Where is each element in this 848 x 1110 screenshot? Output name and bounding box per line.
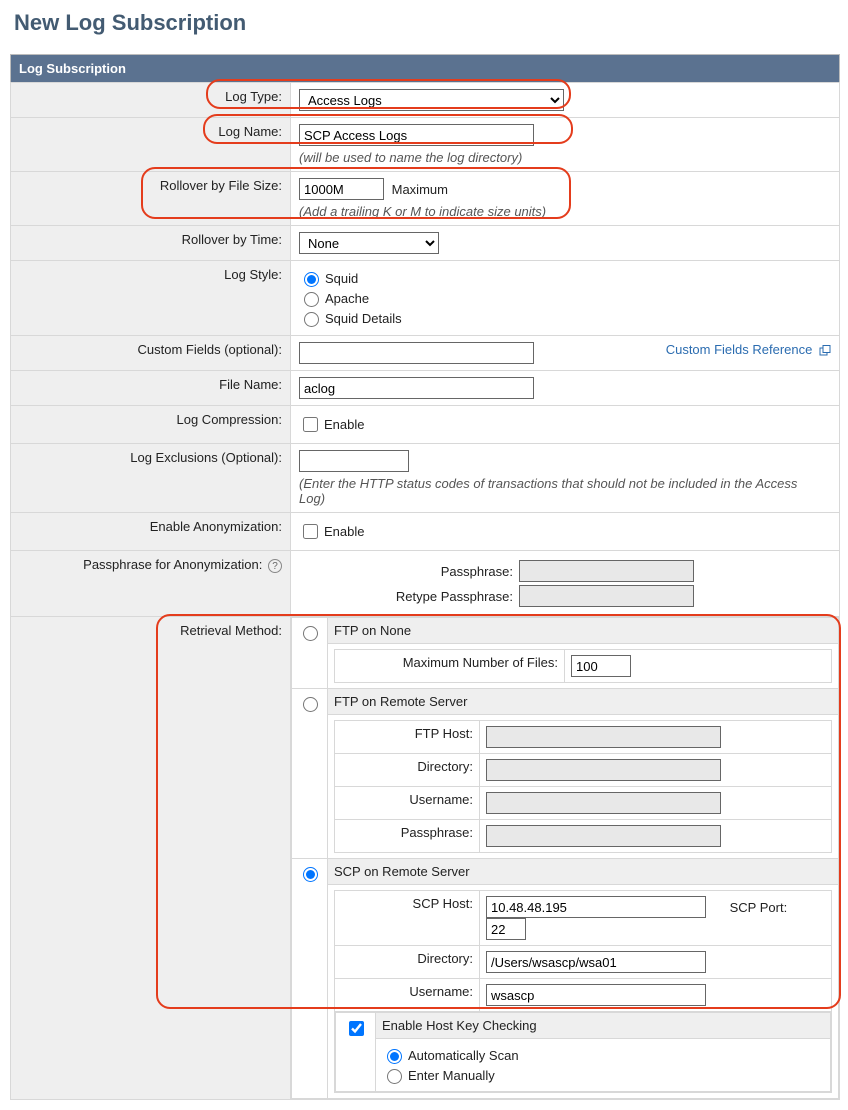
log-style-label: Log Style: (11, 261, 291, 336)
external-icon (816, 342, 831, 357)
help-icon[interactable]: ? (268, 559, 282, 573)
exclusions-label: Log Exclusions (Optional): (11, 444, 291, 513)
retrieval-ftp-none-title: FTP on None (328, 618, 839, 644)
anonymization-label: Enable Anonymization: (11, 513, 291, 551)
ftp-user-input (486, 792, 721, 814)
retrieval-ftp-none-radio[interactable] (303, 626, 318, 641)
retrieval-scp-radio[interactable] (303, 867, 318, 882)
log-type-label: Log Type: (11, 83, 291, 118)
rollover-size-hint: (Add a trailing K or M to indicate size … (299, 204, 831, 219)
custom-fields-reference-link[interactable]: Custom Fields Reference (666, 342, 831, 357)
anon-pass-input (519, 560, 694, 582)
scp-dir-label: Directory: (335, 946, 480, 979)
retrieval-label: Retrieval Method: (11, 617, 291, 1100)
exclusions-hint: (Enter the HTTP status codes of transact… (299, 476, 799, 506)
retrieval-ftp-remote-radio[interactable] (303, 697, 318, 712)
file-name-input[interactable] (299, 377, 534, 399)
ftp-user-label: Username: (335, 787, 480, 820)
scp-user-input[interactable] (486, 984, 706, 1006)
scp-manual-label: Enter Manually (408, 1068, 495, 1083)
file-name-label: File Name: (11, 371, 291, 406)
compression-enable: Enable (324, 417, 364, 432)
exclusions-input[interactable] (299, 450, 409, 472)
rollover-size-max: Maximum (392, 182, 448, 197)
scp-auto-label: Automatically Scan (408, 1048, 519, 1063)
scp-auto-scan-radio[interactable] (387, 1049, 402, 1064)
scp-hostkey-checkbox[interactable] (349, 1021, 364, 1036)
rollover-time-select[interactable]: None (299, 232, 439, 254)
anonymization-enable: Enable (324, 524, 364, 539)
page-title: New Log Subscription (14, 10, 848, 36)
section-header: Log Subscription (11, 55, 840, 83)
ftp-dir-input (486, 759, 721, 781)
ftp-none-maxfiles-label: Maximum Number of Files: (335, 650, 565, 683)
scp-dir-input[interactable] (486, 951, 706, 973)
compression-label: Log Compression: (11, 406, 291, 444)
log-name-hint: (will be used to name the log directory) (299, 150, 831, 165)
anonymization-checkbox[interactable] (303, 524, 318, 539)
log-style-opt1: Apache (325, 291, 369, 306)
custom-fields-label: Custom Fields (optional): (11, 336, 291, 371)
retrieval-ftp-remote-title: FTP on Remote Server (328, 689, 839, 715)
custom-fields-input[interactable] (299, 342, 534, 364)
scp-port-input[interactable] (486, 918, 526, 940)
scp-host-input[interactable] (486, 896, 706, 918)
log-style-apache-radio[interactable] (304, 292, 319, 307)
ftp-none-maxfiles-input[interactable] (571, 655, 631, 677)
scp-manual-radio[interactable] (387, 1069, 402, 1084)
log-name-input[interactable] (299, 124, 534, 146)
rollover-size-input[interactable] (299, 178, 384, 200)
log-style-opt0: Squid (325, 271, 358, 286)
log-style-squid-details-radio[interactable] (304, 312, 319, 327)
anon-retype-input (519, 585, 694, 607)
ftp-host-label: FTP Host: (335, 721, 480, 754)
log-style-opt2: Squid Details (325, 311, 402, 326)
ftp-dir-label: Directory: (335, 754, 480, 787)
anon-pass-plabel: Passphrase: (359, 564, 519, 579)
scp-hostkey-label: Enable Host Key Checking (376, 1013, 831, 1039)
retrieval-scp-title: SCP on Remote Server (328, 859, 839, 885)
anon-pass-label: Passphrase for Anonymization: ? (11, 551, 291, 617)
compression-checkbox[interactable] (303, 417, 318, 432)
log-style-squid-radio[interactable] (304, 272, 319, 287)
rollover-time-label: Rollover by Time: (11, 226, 291, 261)
ftp-pass-label: Passphrase: (335, 820, 480, 853)
scp-port-label: SCP Port: (730, 900, 788, 915)
scp-host-label: SCP Host: (335, 891, 480, 946)
anon-retype-plabel: Retype Passphrase: (359, 589, 519, 604)
rollover-size-label: Rollover by File Size: (11, 172, 291, 226)
log-name-label: Log Name: (11, 118, 291, 172)
log-subscription-form: Log Subscription Log Type: Access Logs L… (10, 54, 840, 1100)
ftp-host-input (486, 726, 721, 748)
log-type-select[interactable]: Access Logs (299, 89, 564, 111)
scp-user-label: Username: (335, 979, 480, 1012)
ftp-pass-input (486, 825, 721, 847)
